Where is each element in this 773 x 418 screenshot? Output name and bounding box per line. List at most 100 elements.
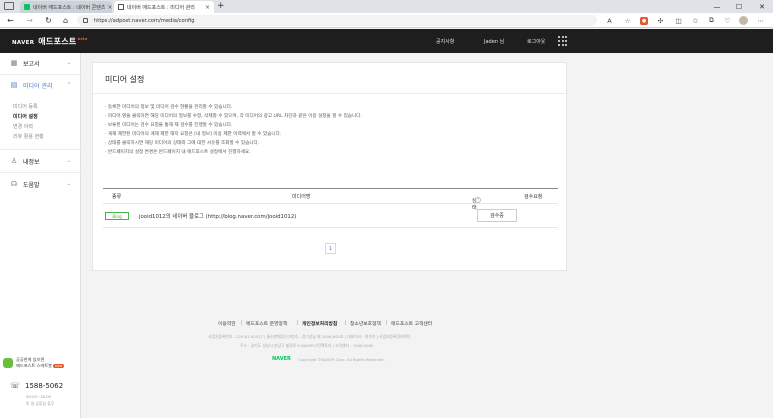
site-logo[interactable]: NAVER 애드포스트beta [12, 36, 88, 47]
support-hours-note: 토·일·공휴일 휴무 [26, 401, 55, 406]
footer-copyright: Copyright ©NAVER Corp. All Rights Reserv… [298, 357, 385, 362]
chevron-down-icon: ⌄ [66, 60, 71, 66]
beta-badge: beta [77, 37, 88, 41]
divider [297, 320, 298, 325]
smartbot-promo[interactable]: 공공한게 있으면 애드포스트 스마트봇 new [3, 354, 79, 372]
close-icon[interactable]: × [203, 4, 210, 11]
notice-link[interactable]: 공지사항 [436, 38, 454, 45]
refresh-icon[interactable]: ↻ [43, 15, 54, 26]
description-line: · 미디어 명을 클릭하면 해당 미디어의 정보를 수정, 삭제할 수 있으며,… [105, 114, 362, 119]
home-icon[interactable]: ⌂ [60, 15, 71, 26]
footer-link-terms[interactable]: 이용약관 [218, 320, 236, 327]
phone-icon: ☏ [10, 381, 21, 390]
promo-line2: 애드포스트 스마트봇 [16, 363, 53, 368]
nav-section-label: 도움말 [23, 181, 40, 189]
chevron-down-icon: ⌄ [66, 181, 71, 187]
subitem-media-settings[interactable]: 미디어 설정 [13, 113, 38, 120]
subitem-review-usage[interactable]: 리뷰 활용 현황 [13, 133, 44, 140]
footer-naver-logo: NAVER [272, 356, 291, 362]
subitem-media-register[interactable]: 미디어 등록 [13, 103, 38, 110]
user-name-link[interactable]: Jaden 님 [484, 38, 504, 45]
browser-tab-strip: 네이버 애드포스트 : 네이버 콘텐츠 × 네이버 애드포스트 : 미디어 관리… [0, 0, 773, 13]
description-line: · 반드페이지의 설정 변경은 반드페이지 내 애드포스트 설정에서 진행하세요… [105, 150, 251, 155]
support-phone: ☏ 1588-5062 [10, 381, 63, 390]
sidebar-icon[interactable] [4, 2, 14, 10]
column-type: 종류 [112, 194, 122, 200]
nav-section-report[interactable]: ▦ 보고서 ⌄ [0, 53, 81, 73]
collections-icon[interactable]: ⧉ [706, 15, 717, 26]
media-settings-card: 미디어 설정 · 등록한 미디어의 정보 및 미디어 검수 현황을 관리할 수 … [92, 62, 568, 271]
address-bar-row: ← → ↻ ⌂ https://adpost.naver.com/media/c… [0, 13, 773, 28]
promo-line1: 공공한게 있으면 [16, 357, 45, 362]
person-icon: ♙ [10, 157, 18, 165]
chart-icon: ▦ [10, 59, 18, 67]
puzzle-icon[interactable]: ✣ [655, 15, 666, 26]
tab-title: 네이버 애드포스트 : 네이버 콘텐츠 [33, 4, 106, 11]
support-hours: 09:00~18:00 [26, 394, 52, 399]
table-row: Blog jooid1012의 네이버 블로그 (http://blog.nav… [103, 204, 558, 228]
browser-tab[interactable]: 네이버 애드포스트 : 네이버 콘텐츠 × [20, 1, 112, 13]
naver-brand: NAVER [12, 40, 35, 46]
url-field[interactable]: https://adpost.naver.com/media/config [77, 15, 597, 26]
favorite-star-icon[interactable]: ☆ [622, 15, 633, 26]
close-icon[interactable]: × [105, 4, 112, 11]
divider [93, 93, 568, 94]
lock-icon [83, 18, 88, 23]
page-title: 미디어 설정 [105, 75, 145, 84]
more-icon[interactable]: ⋯ [755, 15, 766, 26]
chevron-up-icon: ⌃ [66, 82, 71, 88]
nav-section-myinfo[interactable]: ♙ 내정보 ⌄ [0, 151, 81, 171]
promo-text: 공공한게 있으면 애드포스트 스마트봇 new [16, 357, 65, 369]
footer-link-policy[interactable]: 애드포스트 운영정책 [246, 320, 287, 327]
window-close-icon[interactable]: ✕ [751, 0, 773, 13]
help-icon[interactable]: ? [475, 197, 481, 203]
nav-section-label: 보고서 [23, 60, 40, 68]
description-line: · 상태를 클릭하시면 해당 미디어의 상태와 그에 대한 사유를 조회할 수 … [105, 141, 260, 146]
nav-section-media[interactable]: ▤ 미디어 관리 ⌃ [0, 75, 81, 95]
read-aloud-icon[interactable]: A [604, 15, 615, 26]
plus-icon[interactable]: + [217, 1, 225, 12]
media-name-link[interactable]: jooid1012의 네이버 블로그 (http://blog.naver.co… [139, 212, 296, 220]
media-icon: ▤ [10, 81, 18, 89]
table-header: 종류 미디어명 상태? 검수요청 [103, 188, 558, 211]
description-line: · 등록한 미디어의 정보 및 미디어 검수 현황을 관리할 수 있습니다. [105, 105, 233, 110]
column-review-request: 검수요청 [524, 194, 543, 200]
back-icon[interactable]: ← [5, 15, 16, 26]
nav-section-label: 미디어 관리 [23, 82, 53, 90]
footer-address-info: 주소 : 경기도 성남시 분당구 불정로 6 NAVER그린팩토리 | 고객센터… [240, 343, 374, 348]
divider [241, 320, 242, 325]
divider [0, 172, 81, 173]
pagination-page[interactable]: 1 [325, 243, 336, 254]
browser-tab-active[interactable]: 네이버 애드포스트 : 미디어 관리 × [114, 1, 214, 13]
page-favicon-icon [118, 4, 124, 10]
footer-business-info: 사업자등록번호 : 220-81-62517 | 통신판매업신고번호 : 경기성… [208, 334, 411, 339]
nav-section-label: 내정보 [23, 158, 40, 166]
favorites-icon[interactable]: ✩ [690, 15, 701, 26]
divider [386, 320, 387, 325]
profile-avatar[interactable] [739, 16, 748, 25]
app-grid-icon[interactable] [558, 36, 568, 46]
naver-favicon-icon [24, 4, 30, 10]
split-screen-icon[interactable]: ◫ [673, 15, 684, 26]
maximize-icon[interactable]: ☐ [728, 0, 750, 13]
divider [0, 149, 81, 150]
footer-link-youth[interactable]: 청소년보호정책 [350, 320, 381, 327]
site-header: NAVER 애드포스트beta 공지사항 Jaden 님 로그아웃 [0, 29, 773, 53]
phone-number: 1588-5062 [25, 381, 64, 390]
footer-link-support[interactable]: 애드포스트 고객센터 [391, 320, 432, 327]
new-badge: new [53, 364, 65, 368]
nav-section-help[interactable]: ☊ 도움말 ⌄ [0, 174, 81, 194]
site-title: 애드포스트 [38, 37, 77, 46]
divider [345, 320, 346, 325]
shield-icon[interactable]: ♡ [722, 15, 733, 26]
forward-icon[interactable]: → [24, 15, 35, 26]
status-button[interactable]: 검수중 [477, 209, 517, 222]
chevron-down-icon: ⌄ [66, 158, 71, 164]
subitem-change-history[interactable]: 변경 이력 [13, 123, 33, 130]
tab-title: 네이버 애드포스트 : 미디어 관리 [127, 4, 195, 11]
footer-link-privacy[interactable]: 개인정보처리방침 [302, 320, 337, 327]
logout-link[interactable]: 로그아웃 [527, 38, 545, 45]
extension-icon[interactable]: ● [640, 16, 648, 25]
media-type-badge: Blog [105, 212, 129, 220]
minimize-icon[interactable]: — [706, 0, 728, 13]
